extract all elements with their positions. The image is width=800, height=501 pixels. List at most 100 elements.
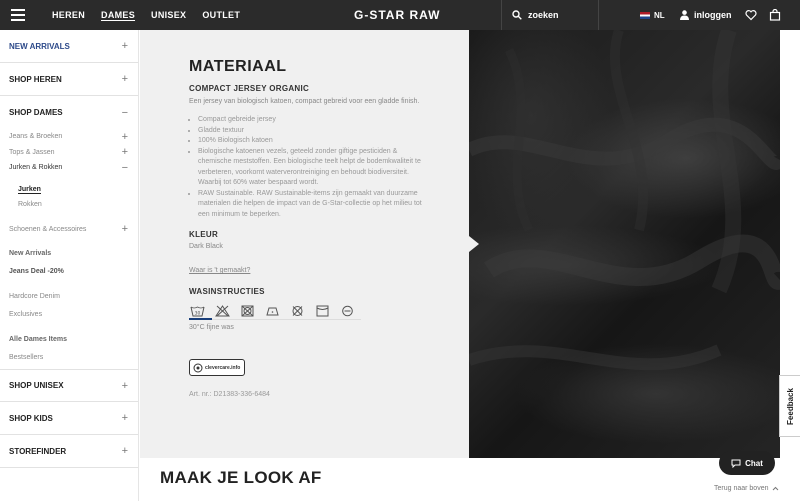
plus-icon: +: [121, 40, 128, 52]
kleur-title: KLEUR: [189, 230, 219, 239]
no-dry-clean-icon[interactable]: [289, 304, 306, 317]
brand-logo[interactable]: G-STAR RAW: [354, 0, 440, 30]
sidebar-label: Rokken: [18, 201, 42, 208]
professional-care-icon[interactable]: [339, 304, 356, 317]
heart-icon[interactable]: [745, 9, 757, 21]
sidebar-item-exclusives[interactable]: Exclusives: [0, 307, 138, 323]
no-tumble-dry-icon[interactable]: [239, 304, 256, 317]
wash-30-icon[interactable]: 30: [189, 304, 206, 317]
sidebar-label: STOREFINDER: [9, 446, 67, 456]
chat-label: Chat: [745, 458, 763, 468]
feedback-tab[interactable]: Feedback: [779, 375, 800, 437]
language-selector[interactable]: NL: [640, 0, 665, 30]
sidebar-item-schoenen[interactable]: Schoenen & Accessoires +: [0, 222, 138, 238]
bullet-item: 100% Biologisch katoen: [198, 136, 428, 147]
wash-icons: 30: [189, 304, 361, 320]
sidebar-label: Schoenen & Accessoires: [9, 225, 87, 233]
wash-title: WASINSTRUCTIES: [189, 287, 265, 296]
plus-icon: +: [121, 130, 128, 143]
sidebar-shop-heren[interactable]: SHOP HEREN +: [0, 63, 138, 96]
sidebar-label: Jeans & Broeken: [9, 133, 63, 141]
material-panel: MATERIAAL COMPACT JERSEY ORGANIC Een jer…: [140, 30, 469, 458]
sidebar-item-jeans-deal[interactable]: Jeans Deal -20%: [0, 264, 138, 280]
clevercare-logo[interactable]: clevercare.info: [189, 359, 245, 376]
complete-look-title: MAAK JE LOOK AF: [160, 468, 322, 487]
sidebar-item-tops[interactable]: Tops & Jassen +: [0, 145, 138, 161]
svg-text:30: 30: [195, 310, 201, 316]
shopping-bag-icon[interactable]: [769, 9, 781, 21]
sidebar-item-hardcore[interactable]: Hardcore Denim: [0, 289, 138, 305]
main-nav: HEREN DAMES UNISEX OUTLET: [44, 0, 248, 30]
bullet-item: RAW Sustainable. RAW Sustainable-items z…: [198, 189, 428, 221]
sidebar-item-jurken-rokken[interactable]: Jurken & Rokken −: [0, 160, 138, 176]
article-number: Art. nr.: D21383-336-6484: [189, 391, 270, 398]
nav-heren[interactable]: HEREN: [44, 0, 93, 30]
clevercare-icon: [193, 363, 203, 372]
wash-text: 30°C fijne was: [189, 324, 234, 331]
login-link[interactable]: inloggen: [680, 0, 732, 30]
nav-dames[interactable]: DAMES: [93, 0, 143, 30]
sidebar-label: Hardcore Denim: [9, 293, 60, 301]
material-name: COMPACT JERSEY ORGANIC: [189, 84, 310, 93]
chat-button[interactable]: Chat: [719, 451, 775, 475]
sidebar-new-arrivals[interactable]: NEW ARRIVALS +: [0, 30, 138, 63]
bullet-item: Gladde textuur: [198, 126, 428, 137]
plus-icon: +: [121, 379, 128, 392]
fabric-photo: [469, 30, 780, 458]
sidebar-item-bestsellers[interactable]: Bestsellers: [0, 350, 138, 366]
sidebar-item-rokken[interactable]: Rokken: [0, 197, 138, 213]
line-dry-icon[interactable]: [314, 304, 331, 317]
top-header: HEREN DAMES UNISEX OUTLET G-STAR RAW zoe…: [0, 0, 800, 30]
material-description: Een jersey van biologisch katoen, compac…: [189, 98, 420, 105]
sidebar-label: Bestsellers: [9, 353, 44, 361]
sidebar-shop-dames[interactable]: SHOP DAMES −: [0, 96, 138, 129]
no-bleach-icon[interactable]: [214, 304, 231, 317]
kleur-value: Dark Black: [189, 243, 223, 250]
flag-nl-icon: [640, 11, 650, 19]
back-to-top-label: Terug naar boven: [714, 485, 769, 492]
sidebar-item-jeans[interactable]: Jeans & Broeken +: [0, 129, 138, 145]
chevron-up-icon: [773, 486, 779, 491]
user-icon: [680, 10, 689, 20]
plus-icon: +: [121, 223, 128, 236]
fabric-folds: [469, 30, 780, 371]
iron-low-icon[interactable]: [264, 304, 281, 317]
sidebar-label: SHOP HEREN: [9, 74, 62, 84]
sidebar-item-new-arrivals[interactable]: New Arrivals: [0, 246, 138, 262]
login-label: inloggen: [694, 10, 732, 20]
minus-icon: −: [121, 106, 128, 119]
sidebar-label: Jeans Deal -20%: [9, 267, 64, 275]
chat-icon: [731, 459, 741, 468]
sidebar-label: SHOP UNISEX: [9, 381, 64, 390]
language-label: NL: [654, 10, 665, 20]
sidebar-storefinder[interactable]: STOREFINDER +: [0, 435, 138, 468]
sidebar-label: Exclusives: [9, 310, 43, 318]
sidebar-label: SHOP KIDS: [9, 413, 53, 423]
sidebar-label: Tops & Jassen: [9, 148, 55, 156]
clevercare-label: clevercare.info: [205, 364, 241, 371]
made-where-link[interactable]: Waar is 't gemaakt?: [189, 267, 250, 274]
sidebar-item-alle-dames[interactable]: Alle Dames Items: [0, 332, 138, 348]
back-to-top-link[interactable]: Terug naar boven: [714, 485, 779, 492]
plus-icon: +: [121, 73, 128, 85]
search-placeholder: zoeken: [528, 10, 559, 20]
search-icon: [512, 10, 522, 20]
nav-unisex[interactable]: UNISEX: [143, 0, 194, 30]
bullet-item: Compact gebreide jersey: [198, 115, 428, 126]
sidebar-label: SHOP DAMES: [9, 108, 63, 117]
sidebar-shop-kids[interactable]: SHOP KIDS +: [0, 402, 138, 435]
sidebar-shop-unisex[interactable]: SHOP UNISEX +: [0, 369, 138, 402]
search-box[interactable]: zoeken: [501, 0, 599, 30]
material-bullets: Compact gebreide jersey Gladde textuur 1…: [189, 115, 429, 220]
plus-icon: +: [121, 412, 128, 424]
menu-icon[interactable]: [0, 0, 36, 30]
nav-outlet[interactable]: OUTLET: [194, 0, 248, 30]
material-content: MATERIAAL COMPACT JERSEY ORGANIC Een jer…: [189, 58, 429, 398]
feedback-label: Feedback: [785, 387, 795, 425]
sidebar: NEW ARRIVALS + SHOP HEREN + SHOP DAMES − Je…: [0, 30, 139, 501]
sidebar-item-jurken[interactable]: Jurken: [0, 182, 138, 198]
section-title: MATERIAAL: [189, 58, 287, 75]
wash-active-indicator: [189, 318, 212, 320]
panel-pointer: [469, 236, 479, 252]
sidebar-label: Jurken & Rokken: [9, 164, 63, 172]
